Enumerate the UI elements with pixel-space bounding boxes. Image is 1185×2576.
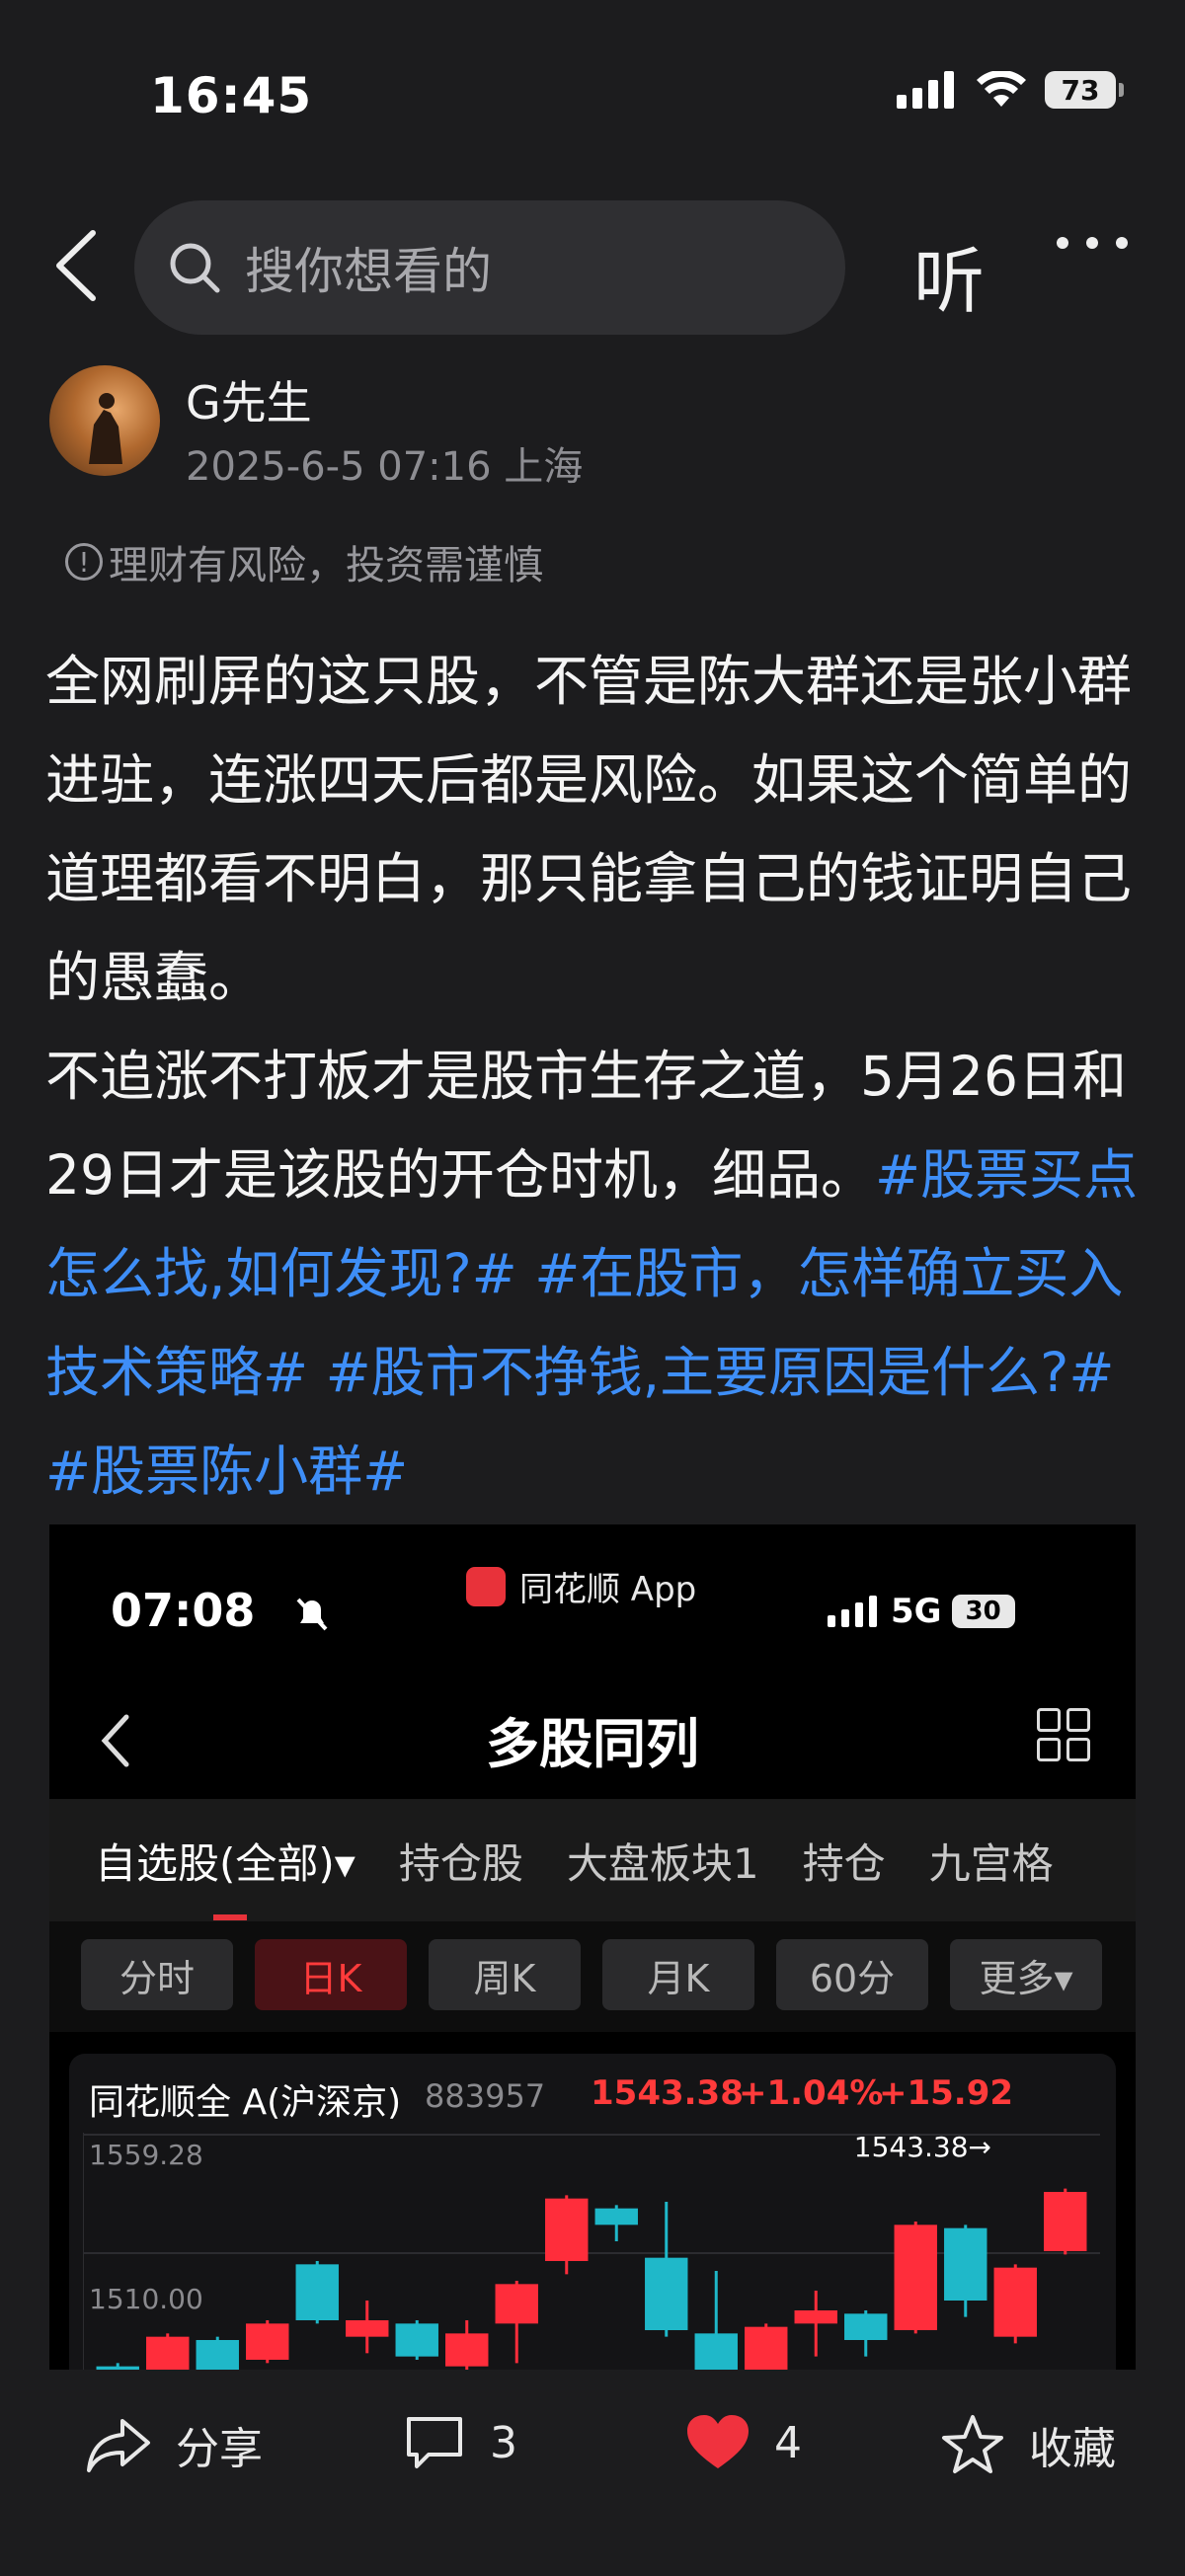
embedded-page-title: 多股同列 bbox=[486, 1713, 699, 1775]
cellular-signal-icon bbox=[897, 71, 954, 109]
risk-notice-text: 理财有风险，投资需谨慎 bbox=[109, 543, 543, 588]
period-monthly-k[interactable]: 月K bbox=[602, 1939, 754, 2010]
embedded-network: 5G bbox=[891, 1592, 942, 1631]
post-paragraph: 全网刷屏的这只股，不管是陈大群还是张小群进驻，连涨四天后都是风险。如果这个简单的… bbox=[45, 650, 1133, 1009]
like-button[interactable]: 4 bbox=[685, 2413, 802, 2472]
y-tick-label: 1510.00 bbox=[89, 2283, 203, 2315]
tab-nine-grid[interactable]: 九宫格 bbox=[929, 1831, 1054, 1891]
post-meta: 2025-6-5 07:16 上海 bbox=[186, 444, 584, 490]
star-icon bbox=[942, 2415, 1003, 2473]
period-weekly-k[interactable]: 周K bbox=[429, 1939, 581, 2010]
search-icon bbox=[170, 243, 220, 293]
candle-body bbox=[395, 2323, 438, 2357]
candle-body bbox=[1044, 2192, 1087, 2251]
post-body: 全网刷屏的这只股，不管是陈大群还是张小群进驻，连涨四天后都是风险。如果这个简单的… bbox=[45, 632, 1151, 1521]
quote-code: 883957 bbox=[425, 2077, 546, 2115]
candle-body bbox=[694, 2333, 738, 2370]
candle-body bbox=[545, 2198, 589, 2261]
info-icon: ! bbox=[65, 543, 103, 581]
listen-button[interactable]: 听 bbox=[913, 223, 985, 327]
candle-body bbox=[495, 2284, 538, 2324]
candle-body bbox=[894, 2225, 937, 2330]
candle-body bbox=[645, 2257, 688, 2330]
quote-change-pct: +1.04% bbox=[739, 2073, 884, 2113]
last-price-label: 1543.38→ bbox=[854, 2133, 991, 2163]
y-tick-label: 1559.28 bbox=[89, 2139, 203, 2171]
heart-icon bbox=[687, 2415, 749, 2468]
avatar[interactable] bbox=[49, 365, 160, 476]
embedded-app-name: 同花顺 App bbox=[519, 1570, 697, 1609]
candle-body bbox=[146, 2336, 190, 2370]
period-daily-k[interactable]: 日K bbox=[255, 1939, 407, 2010]
wifi-icon bbox=[977, 71, 1026, 107]
period-more[interactable]: 更多▾ bbox=[950, 1939, 1102, 2010]
candle-body bbox=[246, 2323, 289, 2360]
battery-icon: 73 bbox=[1045, 71, 1124, 109]
search-placeholder: 搜你想看的 bbox=[245, 243, 492, 300]
comment-button[interactable]: 3 bbox=[403, 2413, 517, 2472]
comment-icon bbox=[407, 2417, 462, 2468]
hashtag-link[interactable]: #股票陈小群# bbox=[45, 1440, 408, 1503]
mute-bell-icon bbox=[296, 1598, 328, 1631]
candle-body bbox=[445, 2333, 489, 2367]
candle-body bbox=[594, 2208, 638, 2225]
like-count: 4 bbox=[774, 2417, 802, 2468]
share-label: 分享 bbox=[176, 2424, 263, 2474]
embedded-status-icons: 5G 30 bbox=[828, 1592, 1015, 1631]
candle-body bbox=[346, 2320, 389, 2337]
candle-body bbox=[196, 2340, 239, 2370]
candle-body bbox=[944, 2227, 988, 2301]
candlestick-chart: 1559.28 1510.00 1543.38→ bbox=[83, 2133, 1100, 2370]
status-icons: 73 bbox=[897, 71, 1124, 109]
share-icon bbox=[87, 2419, 150, 2472]
author-name[interactable]: G先生 bbox=[186, 367, 312, 432]
favorite-button[interactable]: 收藏 bbox=[940, 2413, 1116, 2476]
tab-watchlist-all[interactable]: 自选股(全部)▾ bbox=[95, 1831, 356, 1920]
candle-body bbox=[745, 2326, 788, 2370]
battery-icon: 30 bbox=[951, 1595, 1015, 1628]
more-options-icon[interactable] bbox=[1057, 237, 1128, 249]
quote-price: 1543.38 bbox=[591, 2073, 744, 2113]
share-button[interactable]: 分享 bbox=[85, 2413, 263, 2476]
embedded-time: 07:08 bbox=[111, 1584, 256, 1637]
candle-body bbox=[295, 2264, 339, 2320]
embedded-app-label: 同花顺 App bbox=[466, 1562, 696, 1610]
candle-body bbox=[993, 2267, 1037, 2337]
risk-notice: ! 理财有风险，投资需谨慎 bbox=[65, 533, 543, 590]
app-logo-icon bbox=[466, 1566, 506, 1606]
post-paragraph: 不追涨不打板才是股市生存之道，5月26日和29日才是该股的开仓时机，细品。#股票… bbox=[45, 1027, 1151, 1521]
quote-name: 同花顺全 A(沪深京) bbox=[89, 2082, 402, 2123]
quote-change: +15.92 bbox=[879, 2073, 1014, 2113]
favorite-label: 收藏 bbox=[1029, 2424, 1116, 2474]
tab-holdings-stocks[interactable]: 持仓股 bbox=[399, 1831, 523, 1891]
status-time: 16:45 bbox=[150, 67, 313, 124]
tab-holdings[interactable]: 持仓 bbox=[803, 1831, 886, 1891]
cellular-signal-icon bbox=[828, 1596, 877, 1627]
tab-market-sector[interactable]: 大盘板块1 bbox=[567, 1831, 759, 1891]
hashtag-link[interactable]: #股市不挣钱,主要原因是什么?# bbox=[326, 1341, 1115, 1404]
period-60min[interactable]: 60分 bbox=[776, 1939, 928, 2010]
search-input[interactable]: 搜你想看的 bbox=[134, 200, 845, 335]
embedded-tab-bar: 自选股(全部)▾ 持仓股 大盘板块1 持仓 九宫格 bbox=[49, 1799, 1136, 1921]
comment-count: 3 bbox=[490, 2417, 517, 2468]
candle-body bbox=[844, 2313, 888, 2340]
back-arrow-icon[interactable] bbox=[49, 227, 101, 304]
candle-body bbox=[794, 2310, 837, 2324]
period-intraday[interactable]: 分时 bbox=[81, 1939, 233, 2010]
grid-view-icon[interactable] bbox=[1037, 1708, 1090, 1761]
